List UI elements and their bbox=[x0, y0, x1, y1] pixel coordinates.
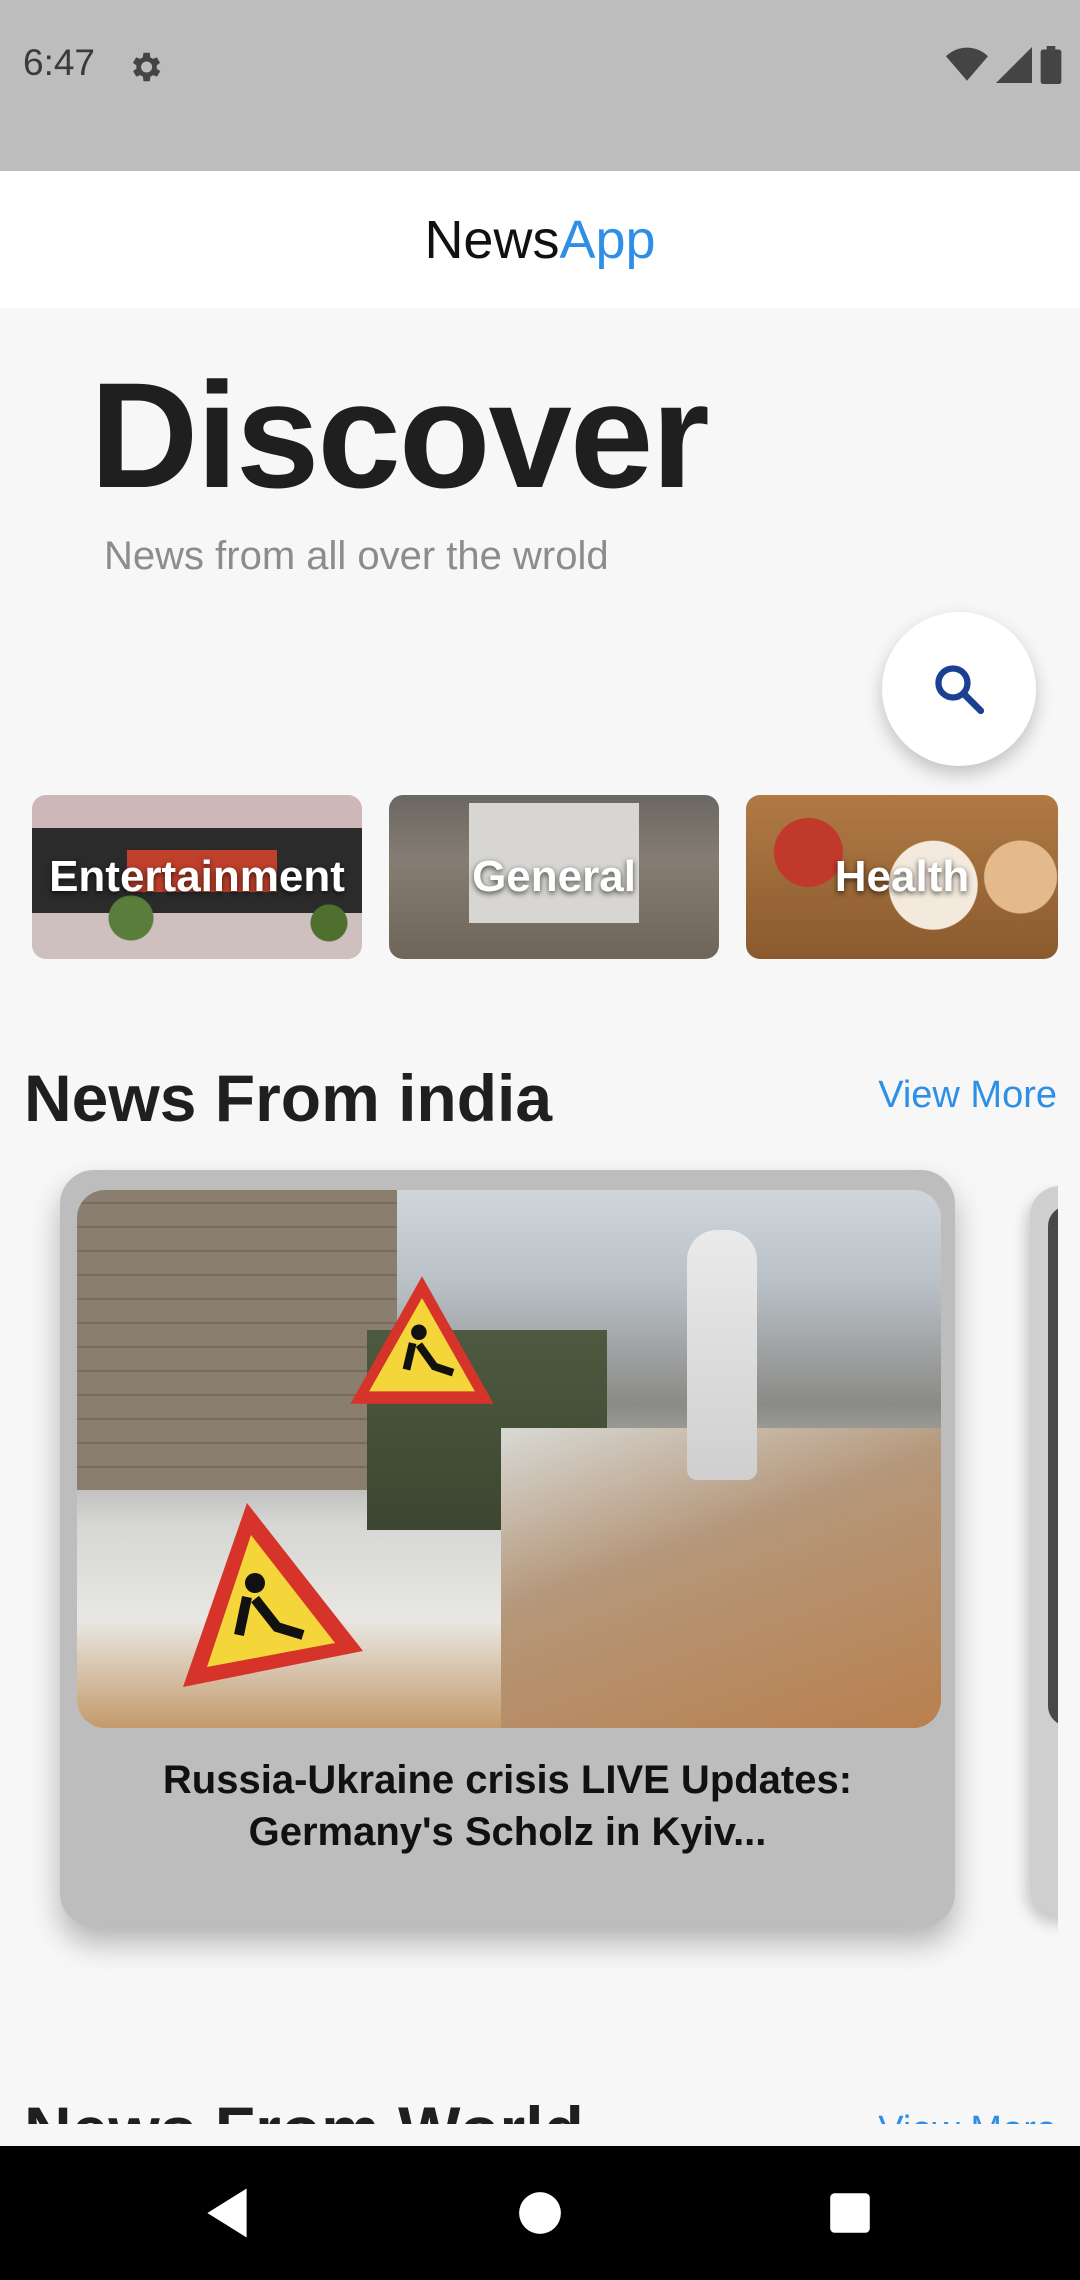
app-title-news: News bbox=[424, 209, 560, 270]
category-health[interactable]: Health bbox=[746, 795, 1058, 959]
view-more-india-link[interactable]: View More bbox=[878, 1074, 1057, 1117]
battery-icon bbox=[1040, 46, 1062, 84]
app-bar: NewsApp bbox=[0, 171, 1080, 308]
search-icon bbox=[935, 665, 985, 715]
search-button[interactable] bbox=[882, 612, 1036, 766]
status-bar: 6:47 bbox=[0, 0, 1080, 171]
category-general[interactable]: General bbox=[389, 795, 719, 959]
recents-icon[interactable] bbox=[828, 2186, 872, 2240]
status-time: 6:47 bbox=[23, 42, 96, 83]
app-title: NewsApp bbox=[424, 209, 655, 271]
image-soldier bbox=[687, 1230, 757, 1480]
wifi-icon bbox=[946, 47, 988, 81]
category-label: Entertainment bbox=[49, 852, 345, 901]
section-title-india: News From india bbox=[24, 1061, 553, 1135]
signal-icon bbox=[996, 47, 1032, 83]
home-icon[interactable] bbox=[518, 2186, 562, 2240]
back-icon[interactable] bbox=[202, 2186, 252, 2240]
view-more-world-link[interactable]: View More bbox=[878, 2108, 1057, 2124]
category-label: Health bbox=[834, 852, 970, 901]
discover-subtitle: News from all over the wrold bbox=[104, 534, 609, 578]
scroll-edge bbox=[1058, 790, 1080, 2140]
news-card[interactable]: Russia-Ukraine crisis LIVE Updates: Germ… bbox=[60, 1170, 955, 1927]
status-icons bbox=[946, 46, 1062, 84]
category-label: General bbox=[472, 852, 636, 901]
news-image bbox=[77, 1190, 941, 1728]
category-list[interactable]: Entertainment General Health bbox=[0, 790, 1080, 970]
app-title-app: App bbox=[559, 209, 656, 270]
settings-icon bbox=[132, 52, 161, 82]
discover-heading: Discover bbox=[90, 351, 710, 519]
warning-sign-icon bbox=[183, 1503, 363, 1687]
news-headline: Russia-Ukraine crisis LIVE Updates: Germ… bbox=[162, 1758, 853, 1854]
navigation-bar bbox=[0, 2146, 1080, 2280]
category-entertainment[interactable]: Entertainment bbox=[32, 795, 362, 959]
warning-sign-icon bbox=[350, 1276, 494, 1404]
section-title-world: News From World bbox=[24, 2090, 584, 2124]
